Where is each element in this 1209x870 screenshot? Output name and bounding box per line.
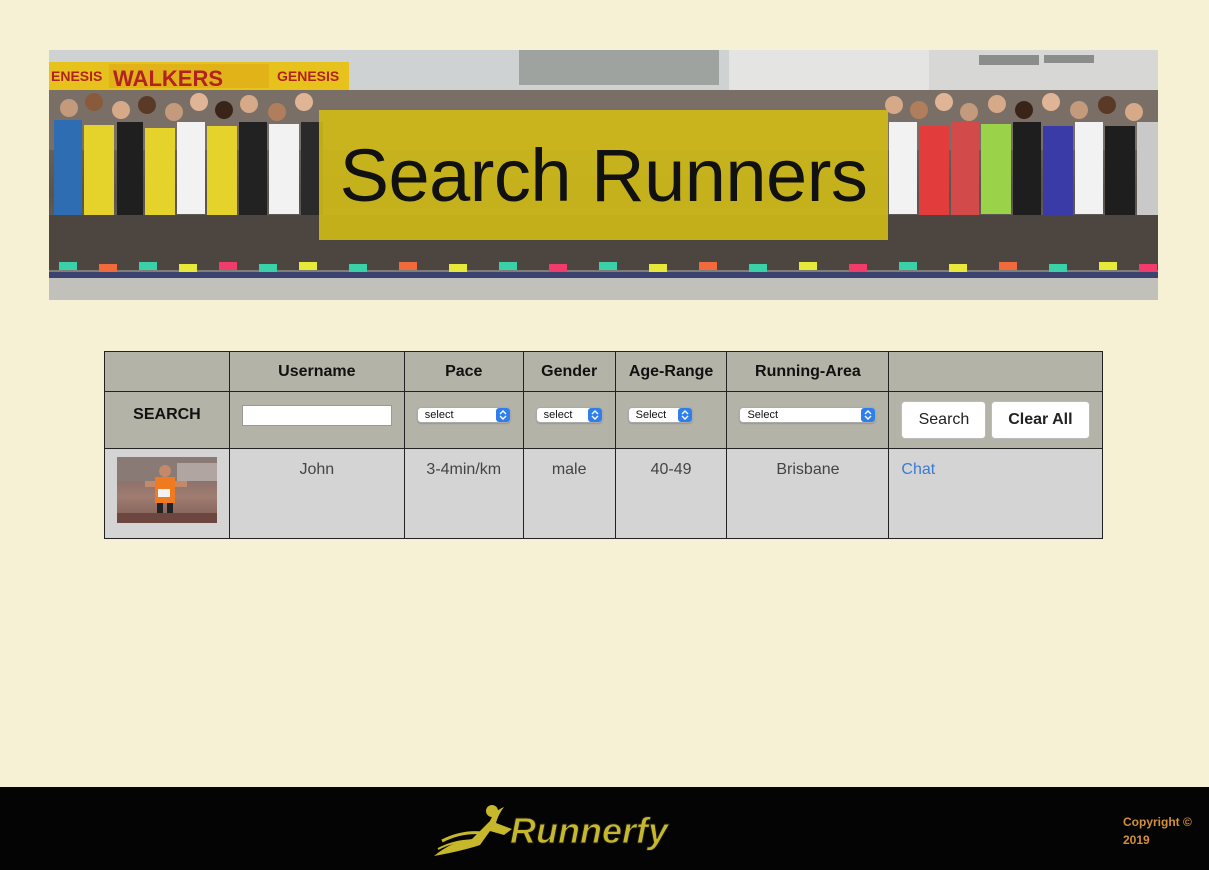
age-range-select-value: Select (635, 409, 667, 421)
result-username: John (228, 448, 405, 539)
runnerfy-logo[interactable]: Runnerfy (432, 801, 697, 861)
result-age-range: 40-49 (614, 448, 728, 539)
banner-sign-right-text: GENESIS (277, 68, 339, 84)
result-running-area: Brisbane (726, 448, 890, 539)
up-down-chevron-icon (677, 408, 692, 422)
age-range-select[interactable]: Select (627, 407, 693, 423)
copyright-line-2: 2019 (1123, 833, 1150, 847)
search-label: SEARCH (104, 391, 230, 449)
header-photo (104, 351, 230, 392)
result-gender: male (522, 448, 616, 539)
search-runners-table: Username Pace Gender Age-Range Running-A… (104, 351, 1103, 539)
gender-select-value: select (543, 409, 573, 421)
hero-banner: ENESIS WALKERS GENESIS Search Runners (49, 50, 1158, 300)
logo-wordmark: Runnerfy (510, 810, 670, 851)
banner-sign-main-text: WALKERS (113, 66, 223, 91)
running-man-icon (434, 805, 512, 856)
header-username: Username (228, 351, 405, 392)
page-title: Search Runners (339, 133, 868, 217)
up-down-chevron-icon (495, 408, 510, 422)
clear-all-button[interactable]: Clear All (990, 401, 1090, 439)
copyright-notice: Copyright © 2019 (1123, 813, 1203, 849)
header-age-range: Age-Range (614, 351, 728, 392)
banner-sign-left-text: ENESIS (51, 68, 102, 84)
age-range-cell: Select (614, 391, 728, 449)
table-header-row: Username Pace Gender Age-Range Running-A… (104, 351, 1103, 392)
running-area-select[interactable]: Select (739, 407, 877, 423)
up-down-chevron-icon (861, 408, 876, 422)
hero-title-box: Search Runners (319, 110, 888, 240)
result-pace: 3-4min/km (403, 448, 524, 539)
username-search-input[interactable] (241, 405, 392, 426)
pace-select-value: select (424, 409, 454, 421)
copyright-line-1: Copyright © (1123, 815, 1192, 829)
gender-select[interactable]: select (535, 407, 603, 423)
result-action-cell: Chat (888, 448, 1103, 539)
gender-cell: select (522, 391, 616, 449)
header-gender: Gender (522, 351, 616, 392)
runner-photo-cell (104, 448, 230, 539)
table-row: John 3-4min/km male 40-49 Brisbane Chat (104, 448, 1103, 539)
pace-select[interactable]: select (416, 407, 511, 423)
header-actions (888, 351, 1103, 392)
up-down-chevron-icon (587, 408, 602, 422)
username-cell (228, 391, 405, 449)
footer: Runnerfy Copyright © 2019 (0, 787, 1209, 870)
chat-link[interactable]: Chat (901, 461, 935, 479)
running-area-cell: Select (726, 391, 890, 449)
header-running-area: Running-Area (726, 351, 890, 392)
actions-cell: Search Clear All (888, 391, 1103, 449)
pace-cell: select (403, 391, 524, 449)
header-pace: Pace (403, 351, 524, 392)
running-area-select-value: Select (747, 409, 779, 421)
runner-avatar (116, 457, 217, 523)
search-button[interactable]: Search (901, 401, 987, 439)
search-form-row: SEARCH select select Select Select Searc… (104, 391, 1103, 449)
